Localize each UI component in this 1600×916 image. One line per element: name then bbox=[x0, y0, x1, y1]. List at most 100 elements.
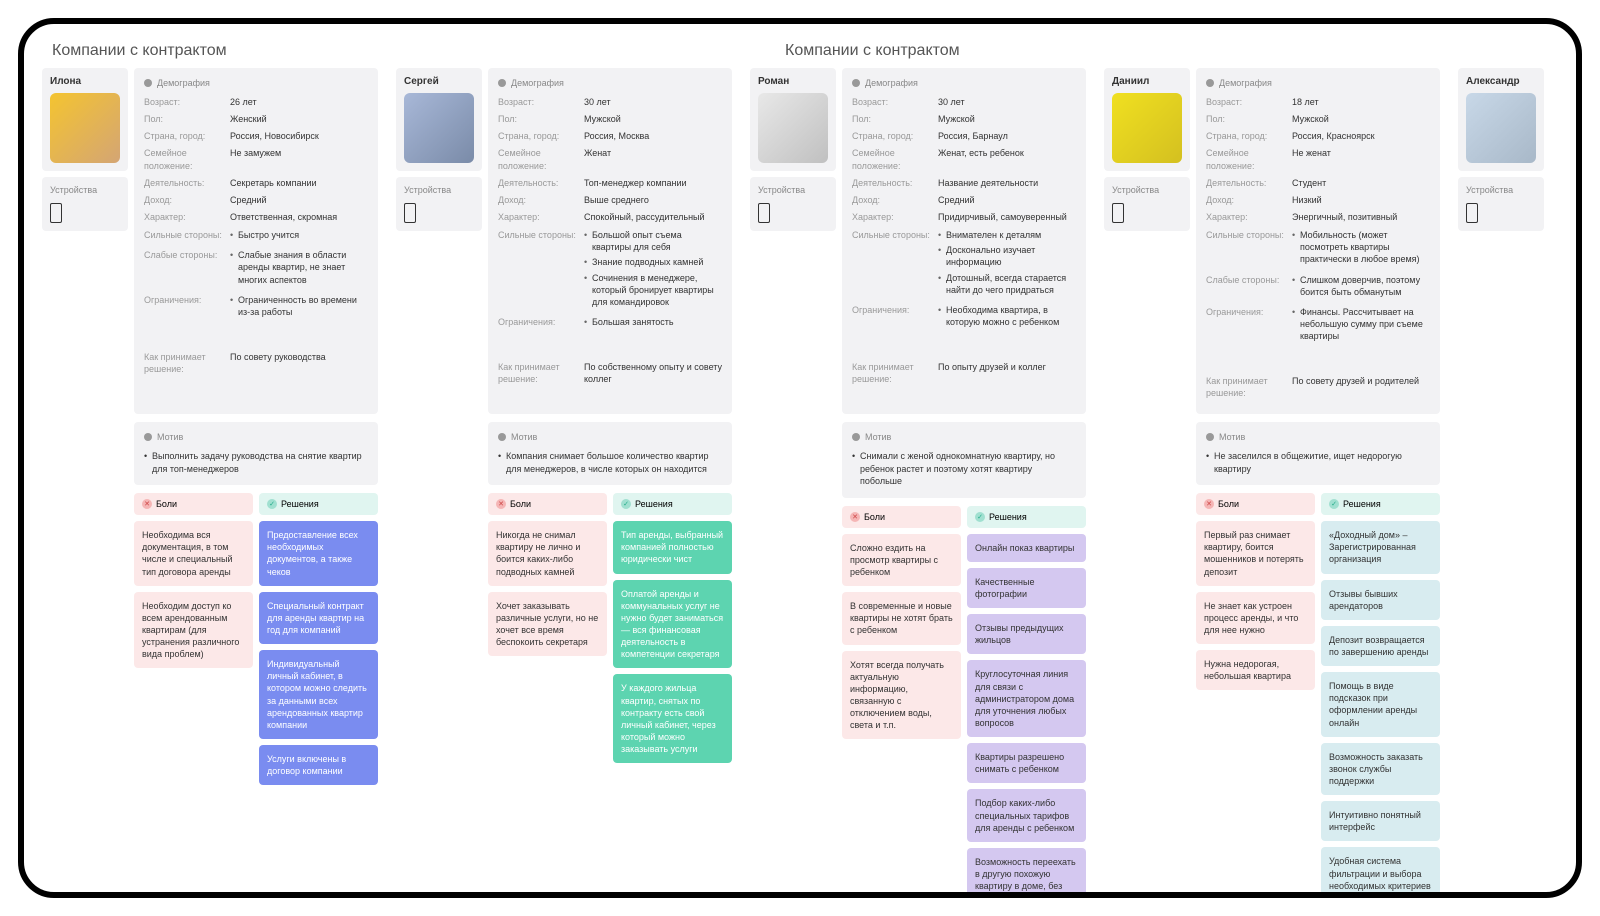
solution-item: Предоставление всех необходимых документ… bbox=[259, 521, 378, 586]
solution-item: Квартиры разрешено снимать с ребенком bbox=[967, 743, 1086, 783]
card-title: Мотив bbox=[865, 432, 891, 442]
pain-item: Хочет заказывать различные услуги, но не… bbox=[488, 592, 607, 657]
solution-item: Круглосуточная линия для связи с админис… bbox=[967, 660, 1086, 737]
personas-row: Илона Устройства ДемографияВозраст:26 летП… bbox=[42, 68, 1558, 892]
motive-card: Мотив Не заселился в общежитие, ищет недо… bbox=[1196, 422, 1440, 485]
avatar bbox=[404, 93, 474, 163]
pains-header: ✕Боли bbox=[134, 493, 253, 515]
card-title: Мотив bbox=[511, 432, 537, 442]
persona-name-card: Сергей bbox=[396, 68, 482, 171]
phone-icon bbox=[758, 203, 770, 223]
check-icon: ✓ bbox=[975, 512, 985, 522]
solution-item: Возможность переехать в другую похожую к… bbox=[967, 848, 1086, 892]
solution-item: Подбор каких-либо специальных тарифов дл… bbox=[967, 789, 1086, 841]
persona-name-card: Роман bbox=[750, 68, 836, 171]
pains-header: ✕Боли bbox=[488, 493, 607, 515]
phone-icon bbox=[404, 203, 416, 223]
solution-item: Возможность заказать звонок службы подде… bbox=[1321, 743, 1440, 795]
pain-item: Необходим доступ ко всем арендованным кв… bbox=[134, 592, 253, 669]
motive-text: Выполнить задачу руководства на снятие к… bbox=[144, 450, 368, 475]
card-title: Мотив bbox=[157, 432, 183, 442]
solution-item: Оплатой аренды и коммунальных услуг не н… bbox=[613, 580, 732, 669]
motive-text: Не заселился в общежитие, ищет недорогую… bbox=[1206, 450, 1430, 475]
persona-card: Роман Устройства ДемографияВозраст:30 летП… bbox=[750, 68, 1086, 892]
solutions-header: ✓Решения bbox=[259, 493, 378, 515]
x-icon: ✕ bbox=[142, 499, 152, 509]
persona-card: Даниил Устройства ДемографияВозраст:18 лет… bbox=[1104, 68, 1440, 892]
pain-solution-columns: ✕БолиСложно ездить на просмотр квартиры … bbox=[842, 506, 1086, 892]
solution-item: Интуитивно понятный интерфейс bbox=[1321, 801, 1440, 841]
persona-name: Илона bbox=[50, 76, 120, 87]
solution-item: Отзывы предыдущих жильцов bbox=[967, 614, 1086, 654]
persona-card: Сергей Устройства ДемографияВозраст:30 лет… bbox=[396, 68, 732, 892]
solution-item: У каждого жильца квартир, снятых по конт… bbox=[613, 674, 732, 763]
solution-item: Удобная система фильтрации и выбора необ… bbox=[1321, 847, 1440, 892]
avatar bbox=[1112, 93, 1182, 163]
motive-text: Компания снимает большое количество квар… bbox=[498, 450, 722, 475]
devices-card: Устройства bbox=[396, 177, 482, 231]
pain-item: Не знает как устроен процесс аренды, и ч… bbox=[1196, 592, 1315, 644]
card-title: Демография bbox=[865, 78, 918, 88]
phone-icon bbox=[1112, 203, 1124, 223]
check-icon: ✓ bbox=[621, 499, 631, 509]
solutions-header: ✓Решения bbox=[613, 493, 732, 515]
pain-solution-columns: ✕Боли Необходима вся документация, в том … bbox=[134, 493, 378, 785]
avatar bbox=[50, 93, 120, 163]
persona-name: Даниил bbox=[1112, 76, 1182, 87]
devices-label: Устройства bbox=[758, 185, 828, 195]
pains-header: ✕Боли bbox=[842, 506, 961, 528]
pain-item: Первый раз снимает квартиру, боится моше… bbox=[1196, 521, 1315, 586]
persona-name: Сергей bbox=[404, 76, 474, 87]
pain-solution-columns: ✕Боли Никогда не снимал квартиру не лично… bbox=[488, 493, 732, 763]
motive-card: Мотив Компания снимает большое количество… bbox=[488, 422, 732, 485]
card-title: Демография bbox=[1219, 78, 1272, 88]
x-icon: ✕ bbox=[850, 512, 860, 522]
x-icon: ✕ bbox=[496, 499, 506, 509]
phone-icon bbox=[1466, 203, 1478, 223]
card-title: Мотив bbox=[1219, 432, 1245, 442]
persona-name: Александр bbox=[1466, 76, 1536, 87]
pain-item: Никогда не снимал квартиру не лично и бо… bbox=[488, 521, 607, 586]
solutions-header: ✓Решения bbox=[1321, 493, 1440, 515]
devices-card: Устройства bbox=[1104, 177, 1190, 231]
solution-item: Индивидуальный личный кабинет, в котором… bbox=[259, 650, 378, 739]
pain-item: Нужна недорогая, небольшая квартира bbox=[1196, 650, 1315, 690]
check-icon: ✓ bbox=[1329, 499, 1339, 509]
pain-item: Необходима вся документация, в том числе… bbox=[134, 521, 253, 586]
solution-item: Отзывы бывших арендаторов bbox=[1321, 580, 1440, 620]
phone-icon bbox=[50, 203, 62, 223]
section-title-2: Компании с контрактом bbox=[785, 42, 960, 60]
demographics-card: ДемографияВозраст:30 летПол:МужскойСтран… bbox=[488, 68, 732, 414]
persona-card: Александр Устройства bbox=[1458, 68, 1544, 892]
x-icon: ✕ bbox=[1204, 499, 1214, 509]
persona-name-card: Александр bbox=[1458, 68, 1544, 171]
solution-item: Качественные фотографии bbox=[967, 568, 1086, 608]
solution-item: Онлайн показ квартиры bbox=[967, 534, 1086, 562]
demographics-card: ДемографияВозраст:30 летПол:МужскойСтран… bbox=[842, 68, 1086, 414]
solution-item: Тип аренды, выбранный компанией полность… bbox=[613, 521, 732, 573]
solution-item: Услуги включены в договор компании bbox=[259, 745, 378, 785]
card-title: Демография bbox=[511, 78, 564, 88]
devices-label: Устройства bbox=[404, 185, 474, 195]
persona-card: Илона Устройства ДемографияВозраст:26 летП… bbox=[42, 68, 378, 892]
solution-item: Депозит возвращается по завершению аренд… bbox=[1321, 626, 1440, 666]
pain-item: В современные и новые квартиры не хотят … bbox=[842, 592, 961, 644]
pain-item: Хотят всегда получать актуальную информа… bbox=[842, 651, 961, 740]
persona-name: Роман bbox=[758, 76, 828, 87]
demographics-card: ДемографияВозраст:18 летПол:МужскойСтран… bbox=[1196, 68, 1440, 414]
motive-card: Мотив Выполнить задачу руководства на сня… bbox=[134, 422, 378, 485]
demographics-card: ДемографияВозраст:26 летПол:ЖенскийСтран… bbox=[134, 68, 378, 414]
card-title: Демография bbox=[157, 78, 210, 88]
solution-item: Помощь в виде подсказок при оформлении а… bbox=[1321, 672, 1440, 737]
avatar bbox=[1466, 93, 1536, 163]
avatar bbox=[758, 93, 828, 163]
devices-card: Устройства bbox=[42, 177, 128, 231]
solutions-header: ✓Решения bbox=[967, 506, 1086, 528]
devices-label: Устройства bbox=[1466, 185, 1536, 195]
check-icon: ✓ bbox=[267, 499, 277, 509]
devices-card: Устройства bbox=[750, 177, 836, 231]
solution-item: Специальный контракт для аренды квартир … bbox=[259, 592, 378, 644]
devices-label: Устройства bbox=[1112, 185, 1182, 195]
motive-text: Снимали с женой однокомнатную квартиру, … bbox=[852, 450, 1076, 488]
devices-label: Устройства bbox=[50, 185, 120, 195]
